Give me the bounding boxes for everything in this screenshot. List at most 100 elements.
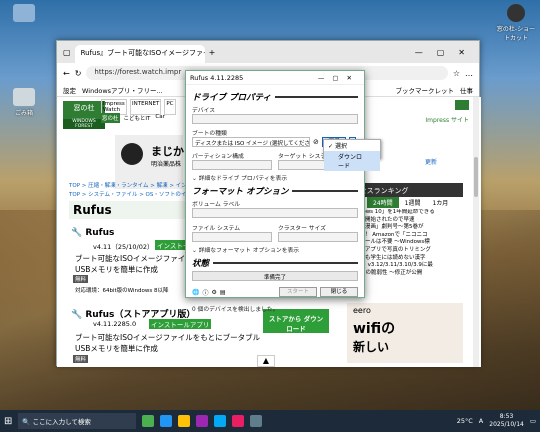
fav-item-3[interactable]: 仕事 [460, 85, 473, 95]
scroll-top-button[interactable]: ▲ [257, 355, 275, 367]
app2-version: v4.11.2285.0 [93, 320, 137, 328]
taskbar: ⊞ 🔍 ここに入力して検索 25°C A 8:53 2025/10/14 ▭ [0, 410, 540, 432]
app2-tag: 無料 [73, 355, 89, 363]
format-section-heading: フォーマット オプション [192, 185, 358, 197]
eero-ad[interactable]: eero wifiの 新しい [347, 303, 463, 363]
browser-tabbar: ▢ Rufus』ブート可能なISOイメージファイ + —▢✕ [57, 41, 479, 63]
app-icon-6[interactable] [232, 415, 245, 427]
boot-label: ブートの種類 [192, 131, 227, 137]
taskbar-search[interactable]: 🔍 ここに入力して検索 [18, 413, 137, 429]
folder-icon [13, 4, 35, 22]
tab-actions-icon[interactable]: ▢ [63, 48, 71, 57]
breadcrumb-2[interactable]: TOP > システム・ファイル > OS・ソフトのインストール [69, 190, 199, 198]
fs-label: ファイル システム [192, 226, 241, 232]
update-label: 更新 [425, 159, 438, 166]
search-icon[interactable] [455, 100, 469, 110]
fs-select[interactable] [192, 232, 272, 242]
start-button[interactable]: スタート [279, 287, 317, 297]
close-button[interactable]: 閉じる [320, 287, 358, 297]
site-brand: WINDOWS FOREST [63, 119, 105, 129]
footer-status: 0 個のデバイスを検出しました。 [192, 302, 358, 313]
fs-row: ファイル システム クラスター サイズ [192, 221, 358, 242]
app1-version: v4.11（25/10/02） [93, 243, 154, 251]
page-scrollbar[interactable] [473, 97, 479, 367]
fav-settings[interactable]: 設定 [63, 85, 76, 95]
nav-kodomo[interactable]: こどもとIT [123, 113, 152, 123]
fav-item-1[interactable]: Windowsアプリ・フリー... [82, 85, 163, 95]
ranking-tabs: 24時間 1週間 1カ月 [367, 197, 454, 208]
refresh-icon[interactable]: ↻ [75, 69, 82, 78]
fav-item-2[interactable]: ブックマークレット [396, 85, 455, 95]
ranking-tab-week[interactable]: 1週間 [399, 197, 427, 208]
clock[interactable]: 8:53 2025/10/14 [489, 413, 524, 429]
cluster-label: クラスター サイズ [278, 226, 326, 232]
app1-desc1: ブート可能なISOイメージファイル [75, 254, 193, 263]
desktop-icon-bin2[interactable] [4, 4, 44, 24]
volume-input[interactable] [192, 208, 358, 218]
eero-ad-wifi: wifiの [353, 321, 396, 337]
globe-icon[interactable]: 🌐 [192, 289, 199, 296]
start-icon[interactable]: ⊞ [4, 416, 12, 427]
ad-person-image [121, 143, 143, 165]
app1-os: 対応環境：64bit版のWindows 8以降 [75, 288, 169, 294]
app-icon-5[interactable] [214, 415, 227, 427]
device-label: デバイス [192, 108, 216, 114]
check-icon[interactable]: ⊘ [313, 138, 319, 146]
partition-label: パーティション構成 [192, 154, 244, 160]
new-tab-icon[interactable]: + [209, 48, 216, 57]
partition-select[interactable] [192, 160, 272, 170]
rufus-task-icon[interactable] [250, 415, 263, 427]
app-icon-1[interactable] [142, 415, 155, 427]
back-icon[interactable]: ← [63, 69, 70, 78]
ad-sub: 明治薬品株 [151, 161, 182, 168]
action-row: 🌐 ⓘ ⚙ ▤ スタート 閉じる [192, 287, 358, 297]
device-select[interactable] [192, 114, 358, 124]
explorer-icon[interactable] [178, 415, 191, 427]
nav-pc[interactable]: PC [164, 99, 176, 115]
star-icon[interactable]: ☆ [453, 69, 460, 78]
dropdown-item-download[interactable]: ダウンロード [324, 151, 380, 171]
app-shortcut-icon [507, 4, 525, 22]
boot-select[interactable]: ディスクまたは ISO イメージ (選択してください) [192, 137, 310, 147]
desktop-icon-shortcut[interactable]: 窓の杜-ショートカット [496, 4, 536, 42]
notification-icon[interactable]: ▭ [530, 417, 536, 425]
status-section-heading: 状態 [192, 257, 358, 269]
ad-title: まじか [151, 145, 184, 158]
edge-icon[interactable] [160, 415, 173, 427]
rufus-window: Rufus 4.11.2285 —▢✕ ドライブ プロパティ デバイス ブートの… [185, 70, 365, 313]
menu-icon[interactable]: … [465, 69, 473, 78]
rufus-title: Rufus 4.11.2285 [190, 73, 244, 82]
ranking-tab-month[interactable]: 1カ月 [426, 197, 454, 208]
recycle-bin-icon [13, 88, 35, 106]
app1-desc2: USBメモリを簡単に作成 [75, 265, 158, 274]
app-icon-4[interactable] [196, 415, 209, 427]
log-icon[interactable]: ▤ [220, 289, 226, 296]
app1-tag: 無料 [73, 275, 89, 283]
app2-desc1: ブート可能なISOイメージファイルをもとにブータブル [75, 333, 261, 342]
app1-name: 🔧 Rufus [71, 228, 115, 238]
site-logo[interactable]: 窓の杜 [63, 101, 105, 119]
eero-ad-brand: eero [353, 306, 371, 315]
drive-section-heading: ドライブ プロパティ [192, 91, 358, 103]
eero-ad-new: 新しい [353, 340, 390, 354]
advanced-drive-toggle[interactable]: ⌄ 詳細なドライブ プロパティを表示 [192, 173, 358, 182]
window-controls[interactable]: —▢✕ [415, 48, 479, 57]
settings-icon[interactable]: ⚙ [212, 289, 217, 296]
dropdown-item-select[interactable]: ✓ 選択 [324, 140, 380, 151]
breadcrumb-1[interactable]: TOP > 圧縮・解凍・ランタイム > 解凍 > インストール [69, 181, 199, 189]
app2-desc2: USBメモリを簡単に作成 [75, 344, 158, 353]
site-nav-2: 窓の杜 こどもとIT Car [101, 113, 166, 123]
ime-indicator[interactable]: A [479, 417, 483, 425]
nav-car[interactable]: Car [154, 113, 165, 123]
info-icon[interactable]: ⓘ [202, 288, 208, 297]
browser-tab[interactable]: Rufus』ブート可能なISOイメージファイ [74, 45, 205, 63]
impress-site-link[interactable]: Impress サイト [425, 115, 469, 124]
advanced-format-toggle[interactable]: ⌄ 詳細なフォーマット オプションを表示 [192, 245, 358, 254]
ranking-tab-24h[interactable]: 24時間 [367, 197, 399, 208]
rufus-window-controls[interactable]: —▢✕ [318, 74, 360, 82]
nav-mado[interactable]: 窓の杜 [101, 113, 120, 123]
desktop-icon-recycle[interactable]: ごみ箱 [4, 88, 44, 117]
cluster-select[interactable] [278, 232, 358, 242]
rufus-titlebar: Rufus 4.11.2285 —▢✕ [186, 71, 364, 85]
weather[interactable]: 25°C [457, 417, 473, 425]
